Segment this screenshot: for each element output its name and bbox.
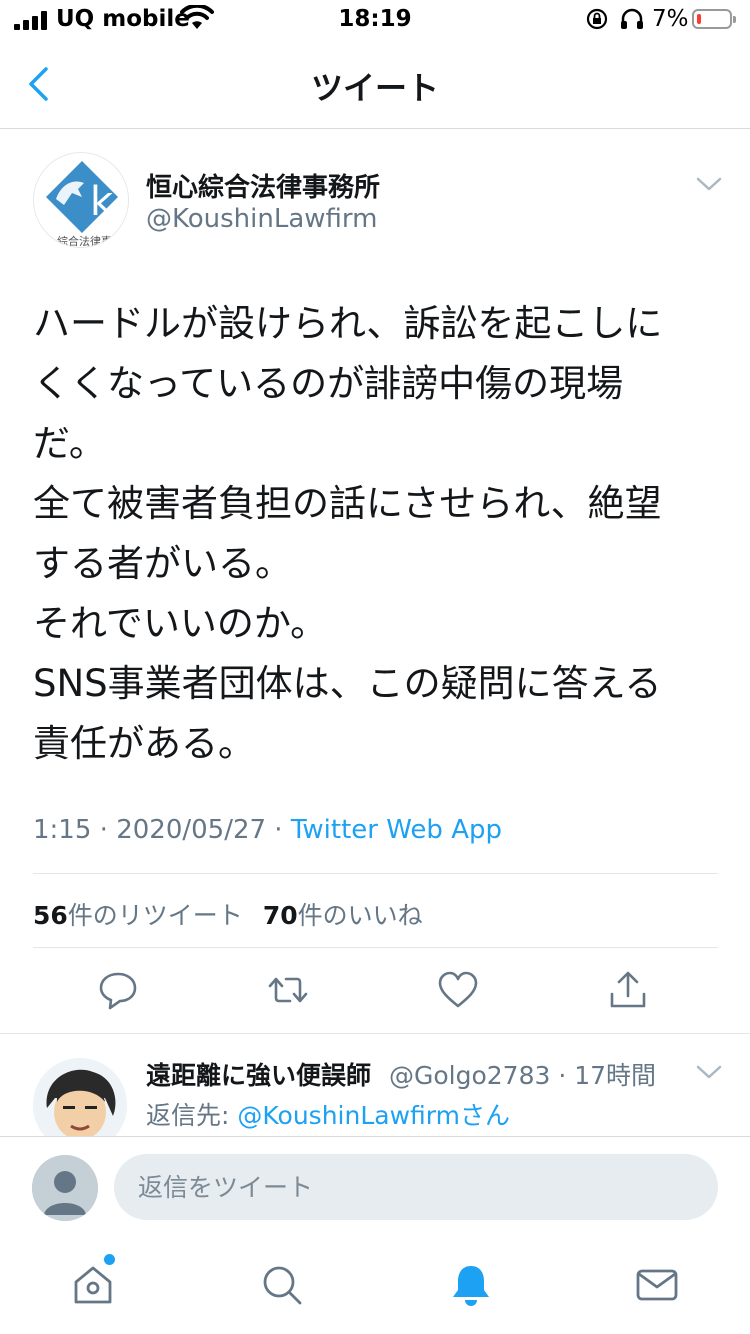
like-label: 件のいいね <box>297 901 423 930</box>
unread-dot <box>104 1254 115 1265</box>
reply-time: 17時間 <box>574 1061 657 1090</box>
retweet-count: 56 <box>33 901 68 930</box>
home-icon[interactable] <box>70 1262 116 1308</box>
share-icon[interactable] <box>606 968 650 1012</box>
divider <box>0 128 750 129</box>
tweet-text-line: 全て被害者負担の話にさせられ、絶望 <box>33 482 662 525</box>
divider <box>33 873 718 874</box>
retweet-icon[interactable] <box>266 968 310 1012</box>
tweet-text-line: 責任がある。 <box>33 722 255 765</box>
author-name[interactable]: 恒心綜合法律事務所 <box>146 167 380 204</box>
chevron-down-icon[interactable] <box>694 1060 724 1084</box>
default-user-icon <box>32 1155 98 1221</box>
divider <box>33 947 718 948</box>
reply-to-line: 返信先: @KoushinLawfirmさん <box>146 1096 510 1132</box>
mention-handle: @KoushinLawfirm <box>237 1101 460 1130</box>
tweet-text-line: それでいいのか。 <box>33 602 328 645</box>
svg-text:k: k <box>90 179 114 225</box>
reply-icon[interactable] <box>96 968 140 1012</box>
author-handle[interactable]: @KoushinLawfirm <box>146 204 378 234</box>
reply-input[interactable] <box>114 1154 718 1220</box>
battery-icon <box>692 9 736 29</box>
headphones-icon <box>621 8 643 29</box>
page-title: ツイート <box>310 69 439 107</box>
status-bar: UQ mobile 18:19 7% <box>0 0 750 44</box>
tweet-source-link[interactable]: Twitter Web App <box>291 815 502 845</box>
tweet-text-line: する者がいる。 <box>33 542 292 585</box>
tweet-text-line: くくなっているのが誹謗中傷の現場 <box>33 362 624 405</box>
divider <box>0 1033 750 1034</box>
reply-author-handle: @Golgo2783 · 17時間 <box>389 1056 656 1092</box>
tweet-text-line: だ。 <box>33 422 106 465</box>
svg-text:心綜合法律事: 心綜合法律事 <box>46 234 112 248</box>
separator: · <box>550 1061 575 1090</box>
tweet-text-line: ハードルが設けられ、訴訟を起こしに <box>33 302 663 345</box>
like-count: 70 <box>262 901 298 930</box>
messages-icon[interactable] <box>634 1262 680 1308</box>
law-firm-logo-icon: k 心綜合法律事 <box>34 153 128 248</box>
search-icon[interactable] <box>259 1262 305 1308</box>
battery-percent: 7% <box>652 6 689 32</box>
notifications-icon[interactable] <box>448 1262 494 1308</box>
tweet-text: ハードルが設けられ、訴訟を起こしに くくなっているのが誹謗中傷の現場 だ。 全て… <box>33 294 723 774</box>
like-icon[interactable] <box>436 968 480 1012</box>
rotation-lock-icon <box>586 8 608 30</box>
likes-link[interactable]: 70件のいいね <box>263 901 423 930</box>
tweet-time: 1:15 <box>33 815 92 845</box>
tweet-text-line: SNS事業者団体は、この疑問に答える <box>33 662 662 705</box>
mention-suffix: さん <box>459 1101 510 1130</box>
reply-handle[interactable]: @Golgo2783 <box>389 1061 550 1090</box>
reply-to-mention[interactable]: @KoushinLawfirmさん <box>237 1101 510 1130</box>
separator: · <box>266 815 291 845</box>
chevron-down-icon[interactable] <box>694 172 724 196</box>
reply-to-label: 返信先: <box>146 1101 238 1130</box>
my-avatar[interactable] <box>32 1155 98 1221</box>
reply-author-name[interactable]: 遠距離に強い便誤師 <box>146 1056 371 1092</box>
tweet-date: 2020/05/27 <box>116 815 267 845</box>
retweets-link[interactable]: 56件のリツイート <box>33 901 243 930</box>
retweet-label: 件のリツイート <box>67 901 243 930</box>
separator: · <box>91 815 117 845</box>
tweet-meta: 1:15 · 2020/05/27 · Twitter Web App <box>33 815 502 845</box>
tweet-stats: 56件のリツイート 70件のいいね <box>33 896 423 932</box>
author-avatar[interactable]: k 心綜合法律事 <box>33 152 129 248</box>
